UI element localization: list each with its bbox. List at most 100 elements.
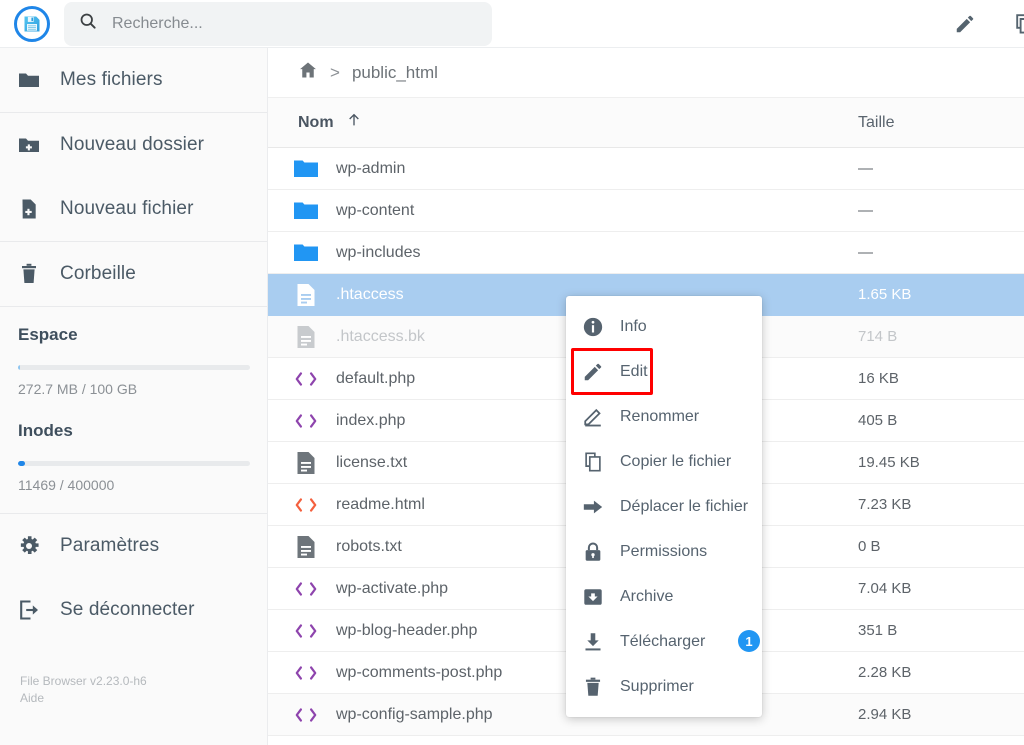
code-file-icon [294, 493, 318, 517]
home-icon[interactable] [298, 60, 318, 85]
app-logo[interactable] [0, 0, 64, 48]
sidebar-item-label: Mes fichiers [60, 69, 163, 91]
quota-value: 11469 / 400000 [18, 477, 249, 493]
document-file-icon [294, 283, 318, 307]
espace-progress-fill [18, 365, 20, 370]
file-size: 7.23 KB [858, 496, 911, 513]
file-name: wp-blog-header.php [336, 622, 477, 640]
folder-icon [294, 157, 318, 181]
context-menu-item-d-placer-le-fichier[interactable]: Déplacer le fichier [566, 484, 762, 529]
context-menu-item-t-l-charger[interactable]: Télécharger [566, 619, 762, 664]
context-menu-item-label: Info [620, 318, 647, 336]
file-name: .htaccess.bk [336, 328, 425, 346]
context-menu-item-archive[interactable]: Archive [566, 574, 762, 619]
table-row[interactable]: wp-admin— [268, 148, 1024, 190]
sidebar-item-nouveau-dossier[interactable]: Nouveau dossier [0, 113, 267, 177]
table-row[interactable]: wp-includes— [268, 232, 1024, 274]
help-link[interactable]: Aide [20, 691, 44, 705]
quota-title: Inodes [18, 421, 249, 441]
breadcrumb-separator: > [330, 63, 340, 83]
search-bar[interactable] [64, 2, 492, 46]
sidebar-item-parametres[interactable]: Paramètres [0, 514, 267, 578]
inodes-progress-fill [18, 461, 25, 466]
sidebar-item-label: Se déconnecter [60, 599, 195, 621]
code-file-icon [294, 661, 318, 685]
sidebar: Mes fichiers Nouveau dossier No [0, 48, 268, 745]
copy-icon [582, 451, 604, 473]
inodes-progress-bar [18, 461, 250, 466]
context-menu-item-label: Renommer [620, 408, 699, 426]
column-header-name[interactable]: Nom [268, 112, 362, 133]
file-size: 1.65 KB [858, 286, 911, 303]
folder-icon [294, 241, 318, 265]
context-menu-item-edit[interactable]: Edit [572, 349, 652, 394]
code-file-icon [294, 703, 318, 727]
file-name: wp-config-sample.php [336, 706, 493, 724]
search-input[interactable] [112, 15, 478, 33]
file-name: index.php [336, 412, 405, 430]
file-name: default.php [336, 370, 415, 388]
document-file-icon [294, 451, 318, 475]
file-size: 2.94 KB [858, 706, 911, 723]
archive-icon [582, 586, 604, 608]
code-file-icon [294, 409, 318, 433]
context-menu-item-label: Copier le fichier [620, 453, 731, 471]
table-header: Nom Taille [268, 98, 1024, 148]
sidebar-footer: File Browser v2.23.0-h6 Aide [20, 673, 147, 707]
info-icon [582, 316, 604, 338]
rename-icon [582, 406, 604, 428]
sidebar-item-label: Nouveau dossier [60, 134, 204, 156]
breadcrumb-path[interactable]: public_html [352, 63, 438, 83]
context-menu-item-supprimer[interactable]: Supprimer [566, 664, 762, 709]
context-menu-item-renommer[interactable]: Renommer [566, 394, 762, 439]
context-menu-item-label: Edit [620, 363, 648, 381]
quota-title: Espace [18, 325, 249, 345]
file-size: 351 B [858, 622, 897, 639]
file-size: 16 KB [858, 370, 899, 387]
file-name: .htaccess [336, 286, 404, 304]
context-menu-item-info[interactable]: Info [566, 304, 762, 349]
quota-value: 272.7 MB / 100 GB [18, 381, 249, 397]
file-name: readme.html [336, 496, 425, 514]
topbar-actions [950, 9, 1024, 39]
sidebar-item-mes-fichiers[interactable]: Mes fichiers [0, 48, 267, 112]
file-size: 19.45 KB [858, 454, 920, 471]
column-name-label: Nom [298, 114, 334, 132]
code-file-icon [294, 367, 318, 391]
logout-icon [16, 597, 42, 623]
code-file-icon [294, 577, 318, 601]
folder-icon [16, 67, 42, 93]
document-file-icon [294, 325, 318, 349]
file-size: 405 B [858, 412, 897, 429]
file-name: wp-activate.php [336, 580, 448, 598]
table-row[interactable]: wp-content— [268, 190, 1024, 232]
context-menu-item-label: Supprimer [620, 678, 694, 696]
sidebar-item-label: Nouveau fichier [60, 198, 194, 220]
context-menu-item-label: Permissions [620, 543, 707, 561]
file-plus-icon [16, 196, 42, 222]
file-name: license.txt [336, 454, 407, 472]
copy-icon[interactable] [1008, 9, 1024, 39]
breadcrumb: > public_html [268, 48, 1024, 98]
file-size: 0 B [858, 538, 881, 555]
context-menu-item-permissions[interactable]: Permissions [566, 529, 762, 574]
file-size: 2.28 KB [858, 664, 911, 681]
context-menu-item-label: Archive [620, 588, 673, 606]
column-header-size[interactable]: Taille [858, 114, 894, 132]
file-size: 7.04 KB [858, 580, 911, 597]
sidebar-item-label: Corbeille [60, 263, 136, 285]
file-size: — [858, 202, 873, 219]
file-name: wp-includes [336, 244, 420, 262]
quota-inodes: Inodes 11469 / 400000 [0, 403, 267, 499]
floppy-save-icon [14, 6, 50, 42]
sidebar-item-corbeille[interactable]: Corbeille [0, 242, 267, 306]
edit-pencil-icon[interactable] [950, 9, 980, 39]
sidebar-item-label: Paramètres [60, 535, 159, 557]
download-icon [582, 631, 604, 653]
search-icon [78, 11, 98, 36]
file-name: robots.txt [336, 538, 402, 556]
context-menu: Info Edit Renommer Copier le fichier Déplace… [566, 296, 762, 717]
sidebar-item-se-deconnecter[interactable]: Se déconnecter [0, 578, 267, 642]
context-menu-item-copier-le-fichier[interactable]: Copier le fichier [566, 439, 762, 484]
sidebar-item-nouveau-fichier[interactable]: Nouveau fichier [0, 177, 267, 241]
